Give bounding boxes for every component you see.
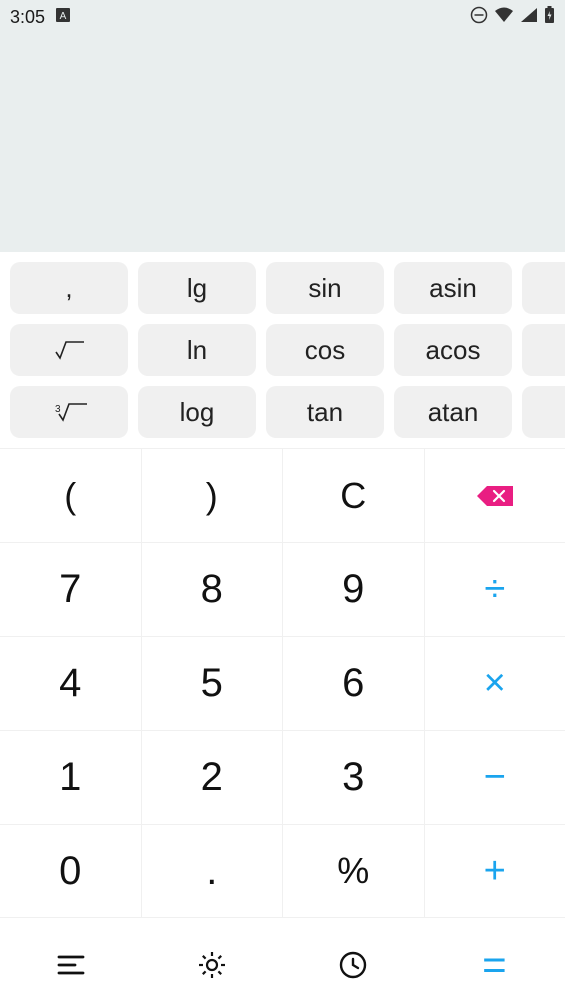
sqrt-icon bbox=[52, 338, 86, 362]
history-button[interactable] bbox=[283, 918, 424, 1004]
svg-text:3: 3 bbox=[55, 404, 61, 415]
fn-ln-button[interactable]: ln bbox=[138, 324, 256, 376]
gear-icon bbox=[196, 949, 228, 981]
digit-8-button[interactable]: 8 bbox=[142, 543, 284, 636]
fn-sqrt-button[interactable] bbox=[10, 324, 128, 376]
digit-2-button[interactable]: 2 bbox=[142, 731, 284, 824]
settings-button[interactable] bbox=[141, 918, 282, 1004]
digit-9-button[interactable]: 9 bbox=[283, 543, 425, 636]
plus-button[interactable]: + bbox=[425, 825, 565, 917]
menu-button[interactable] bbox=[0, 918, 141, 1004]
fn-more-row2-button[interactable] bbox=[522, 386, 565, 438]
status-bar: 3:05 A bbox=[0, 0, 565, 34]
clear-button[interactable]: C bbox=[283, 449, 425, 542]
fn-acos-button[interactable]: acos bbox=[394, 324, 512, 376]
keyboard-icon: A bbox=[55, 7, 71, 28]
battery-charging-icon bbox=[544, 6, 555, 29]
fn-comma-button[interactable]: , bbox=[10, 262, 128, 314]
percent-button[interactable]: % bbox=[283, 825, 425, 917]
minus-button[interactable]: − bbox=[425, 731, 565, 824]
cbrt-icon: 3 bbox=[49, 400, 89, 424]
status-time: 3:05 bbox=[10, 7, 45, 28]
digit-4-button[interactable]: 4 bbox=[0, 637, 142, 730]
wifi-icon bbox=[494, 7, 514, 28]
bottom-toolbar: = bbox=[0, 918, 565, 1004]
keypad: ( ) C 7 8 9 ÷ 4 5 6 × 1 2 3 − 0 . % + bbox=[0, 448, 565, 918]
dnd-icon bbox=[470, 6, 488, 29]
digit-1-button[interactable]: 1 bbox=[0, 731, 142, 824]
menu-icon bbox=[55, 952, 87, 978]
fn-log-button[interactable]: log bbox=[138, 386, 256, 438]
digit-0-button[interactable]: 0 bbox=[0, 825, 142, 917]
digit-7-button[interactable]: 7 bbox=[0, 543, 142, 636]
rparen-button[interactable]: ) bbox=[142, 449, 284, 542]
fn-atan-button[interactable]: atan bbox=[394, 386, 512, 438]
fn-more-row1-button[interactable] bbox=[522, 324, 565, 376]
cellular-icon bbox=[520, 7, 538, 28]
fn-sin-button[interactable]: sin bbox=[266, 262, 384, 314]
divide-button[interactable]: ÷ bbox=[425, 543, 565, 636]
equals-button[interactable]: = bbox=[424, 918, 565, 1004]
backspace-button[interactable] bbox=[425, 449, 565, 542]
lparen-button[interactable]: ( bbox=[0, 449, 142, 542]
calculator-display bbox=[0, 34, 565, 252]
digit-6-button[interactable]: 6 bbox=[283, 637, 425, 730]
clock-icon bbox=[338, 950, 368, 980]
fn-asin-button[interactable]: asin bbox=[394, 262, 512, 314]
fn-more-row0-button[interactable] bbox=[522, 262, 565, 314]
svg-text:A: A bbox=[60, 11, 67, 22]
fn-tan-button[interactable]: tan bbox=[266, 386, 384, 438]
function-keys-area: , lg sin asin ln cos acos 3 log tan atan bbox=[0, 252, 565, 448]
fn-cos-button[interactable]: cos bbox=[266, 324, 384, 376]
fn-lg-button[interactable]: lg bbox=[138, 262, 256, 314]
digit-5-button[interactable]: 5 bbox=[142, 637, 284, 730]
dot-button[interactable]: . bbox=[142, 825, 284, 917]
backspace-icon bbox=[475, 484, 515, 508]
fn-cbrt-button[interactable]: 3 bbox=[10, 386, 128, 438]
multiply-button[interactable]: × bbox=[425, 637, 565, 730]
digit-3-button[interactable]: 3 bbox=[283, 731, 425, 824]
